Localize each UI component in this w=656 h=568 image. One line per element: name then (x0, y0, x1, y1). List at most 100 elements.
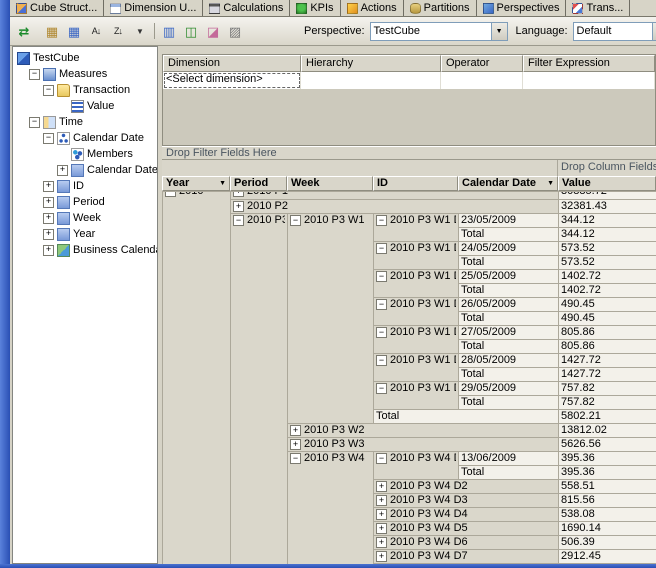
collapse-icon[interactable] (376, 383, 387, 394)
pivot-value-cell[interactable]: 573.52 (558, 241, 656, 256)
expand-icon[interactable] (233, 201, 244, 212)
pivot-value-cell[interactable]: 490.45 (558, 311, 656, 326)
combo-dropdown-button[interactable]: ▼ (651, 22, 656, 40)
collapse-icon[interactable] (376, 271, 387, 282)
pivot-member-week[interactable]: 2010 P3 W4 (287, 451, 374, 564)
pivot-total-cell[interactable]: Total (372, 409, 560, 424)
pivot-value-cell[interactable]: 5802.21 (558, 409, 656, 424)
field-button-year[interactable]: Year ▼ (162, 176, 230, 191)
pivot-value-cell[interactable]: 757.82 (558, 395, 656, 410)
tree-item-calendar-date-level[interactable]: Calendar Date (13, 162, 157, 178)
pivot-member-id[interactable]: 2010 P3 W4 D4 (372, 507, 560, 522)
tree-item-value[interactable]: Value (13, 98, 157, 114)
pivot-value-cell[interactable]: 1402.72 (558, 269, 656, 284)
expand-icon[interactable] (43, 244, 54, 256)
pivot-total-cell[interactable]: Total (457, 283, 560, 298)
clear-results-button[interactable]: ◪ (202, 21, 224, 41)
tab-cube-structure[interactable]: Cube Struct... (10, 0, 105, 16)
expand-icon[interactable] (233, 192, 244, 197)
field-button-value[interactable]: Value (558, 176, 656, 191)
pivot-value-cell[interactable]: 490.45 (558, 297, 656, 312)
pivot-member-id[interactable]: 2010 P3 W1 D3 (373, 269, 459, 298)
pivot-member-id[interactable]: 2010 P3 W4 D7 (372, 549, 560, 564)
table-button[interactable]: ▥ (158, 21, 180, 41)
tab-kpis[interactable]: KPIs (290, 0, 341, 16)
expand-icon[interactable] (57, 164, 68, 176)
pivot-value-cell[interactable]: 1402.72 (558, 283, 656, 298)
expand-icon[interactable] (290, 425, 301, 436)
filter-expression-cell[interactable] (523, 72, 655, 89)
grid-button[interactable]: ▦ (63, 21, 85, 41)
collapse-icon[interactable] (376, 355, 387, 366)
pivot-member-date[interactable]: 28/05/2009 (457, 353, 560, 368)
pivot-value-cell[interactable]: 1690.14 (558, 521, 656, 536)
drop-filter-fields-zone[interactable]: Drop Filter Fields Here (162, 146, 656, 160)
pivot-member-week[interactable]: 2010 P3 W3 (286, 437, 560, 452)
pivot-member-id[interactable]: 2010 P3 W1 D5 (373, 325, 459, 354)
collapse-icon[interactable] (376, 453, 387, 464)
pivot-member-id[interactable]: 2010 P3 W1 D2 (373, 241, 459, 270)
pivot-member-date[interactable]: 24/05/2009 (457, 241, 560, 256)
expand-icon[interactable] (43, 212, 54, 224)
pivot-member-id[interactable]: 2010 P3 W1 D1 (373, 213, 459, 242)
expand-icon[interactable] (376, 481, 387, 492)
pivot-value-cell[interactable]: 30885.72 (558, 191, 656, 200)
pivot-value-cell[interactable]: 1427.72 (558, 367, 656, 382)
expand-icon[interactable] (376, 495, 387, 506)
reconnect-button[interactable]: ⇄ (13, 21, 35, 41)
tree-item-time[interactable]: Time (13, 114, 157, 130)
pivot-total-cell[interactable]: Total (457, 311, 560, 326)
pivot-member-id[interactable]: 2010 P3 W1 D7 (373, 381, 459, 410)
expand-icon[interactable] (376, 551, 387, 562)
pivot-value-cell[interactable]: 757.82 (558, 381, 656, 396)
tab-translations[interactable]: Trans... (566, 0, 631, 16)
tab-calculations[interactable]: Calculations (203, 0, 291, 16)
sort-descending-button[interactable]: Z↓ (107, 21, 129, 41)
pivot-value-cell[interactable]: 805.86 (558, 325, 656, 340)
operator-cell[interactable] (441, 72, 523, 89)
pivot-member-id[interactable]: 2010 P3 W1 D4 (373, 297, 459, 326)
pivot-value-cell[interactable]: 395.36 (558, 451, 656, 466)
pivot-total-cell[interactable]: Total (457, 227, 560, 242)
collapse-icon[interactable] (376, 215, 387, 226)
tab-actions[interactable]: Actions (341, 0, 404, 16)
collapse-icon[interactable] (376, 299, 387, 310)
tab-partitions[interactable]: Partitions (404, 0, 477, 16)
collapse-icon[interactable] (376, 243, 387, 254)
pivot-member-date[interactable]: 25/05/2009 (457, 269, 560, 284)
pivot-total-cell[interactable]: Total (457, 339, 560, 354)
design-mode-button[interactable]: ▨ (224, 21, 246, 41)
pivot-value-cell[interactable]: 344.12 (558, 227, 656, 242)
tab-perspectives[interactable]: Perspectives (477, 0, 567, 16)
tree-item-measures[interactable]: Measures (13, 66, 157, 82)
pivot-value-cell[interactable]: 5626.56 (558, 437, 656, 452)
collapse-icon[interactable] (290, 215, 301, 226)
tab-dimension-usage[interactable]: Dimension U... (104, 0, 204, 16)
collapse-icon[interactable] (29, 116, 40, 128)
expand-icon[interactable] (43, 180, 54, 192)
pivot-member-period[interactable]: 2010 P1 (229, 191, 560, 200)
field-button-week[interactable]: Week (287, 176, 373, 191)
field-button-calendar-date[interactable]: Calendar Date ▼ (458, 176, 558, 191)
pivot-value-cell[interactable]: 573.52 (558, 255, 656, 270)
pivot-member-id[interactable]: 2010 P3 W4 D2 (372, 479, 560, 494)
language-combo[interactable]: Default ▼ (572, 21, 656, 41)
expand-icon[interactable] (43, 228, 54, 240)
tree-item-year[interactable]: Year (13, 226, 157, 242)
pivot-total-cell[interactable]: Total (457, 395, 560, 410)
pivot-value-cell[interactable]: 32381.43 (558, 199, 656, 214)
expand-icon[interactable] (376, 509, 387, 520)
tree-item-transaction[interactable]: Transaction (13, 82, 157, 98)
perspective-combo[interactable]: TestCube ▼ (369, 21, 508, 41)
pivot-member-period[interactable]: 2010 P3 (230, 213, 288, 564)
pivot-value-cell[interactable]: 558.51 (558, 479, 656, 494)
tree-item-id[interactable]: ID (13, 178, 157, 194)
sort-ascending-button[interactable]: A↓ (85, 21, 107, 41)
pivot-member-date[interactable]: 29/05/2009 (457, 381, 560, 396)
collapse-icon[interactable] (43, 84, 54, 96)
field-button-id[interactable]: ID (373, 176, 458, 191)
pivot-total-cell[interactable]: Total (457, 367, 560, 382)
pivot-value-cell[interactable]: 1427.72 (558, 353, 656, 368)
show-empty-cells-button[interactable]: ◫ (180, 21, 202, 41)
pivot-value-cell[interactable]: 538.08 (558, 507, 656, 522)
